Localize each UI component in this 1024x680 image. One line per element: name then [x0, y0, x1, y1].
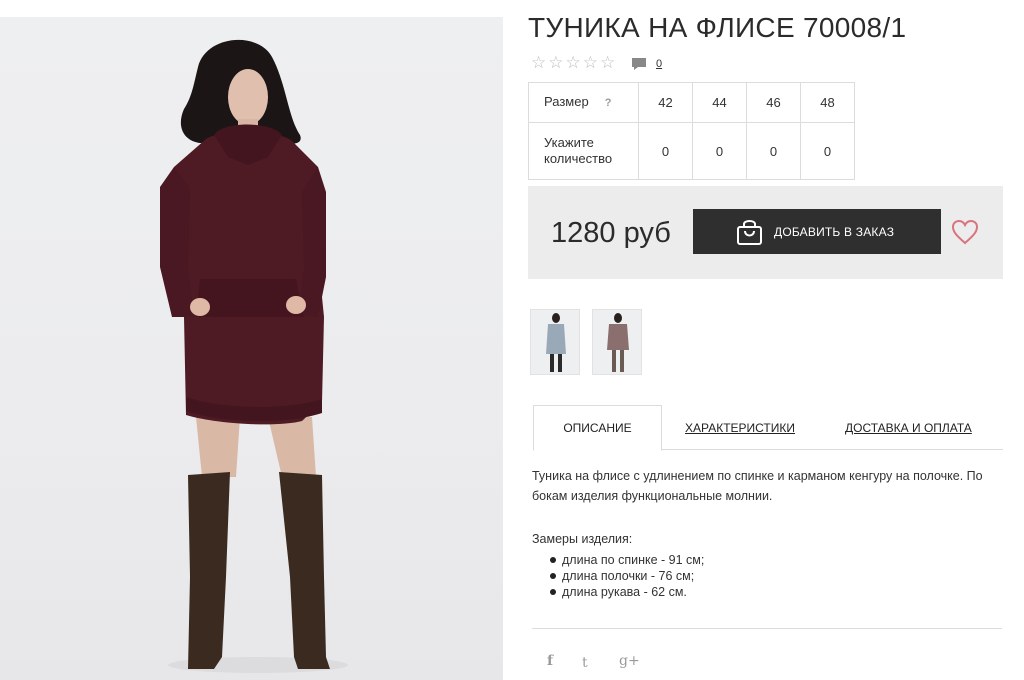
measures-title: Замеры изделия: — [532, 532, 633, 546]
product-description: Туника на флисе с удлинением по спинке и… — [532, 469, 983, 503]
tab-characteristics[interactable]: ХАРАКТЕРИСТИКИ — [685, 405, 795, 450]
size-row: Размер? 42 44 46 48 — [528, 82, 855, 123]
star-icon[interactable]: ☆ — [583, 54, 598, 71]
add-to-order-button[interactable]: ДОБАВИТЬ В ЗАКАЗ — [693, 209, 941, 254]
quantity-row: Укажите количество 0 0 0 0 — [528, 122, 855, 180]
quantity-input[interactable]: 0 — [800, 122, 855, 180]
size-label-cell: Размер? — [528, 82, 639, 123]
measures-list: длина по спинке - 91 см; длина полочки -… — [550, 552, 704, 600]
thumbnail-1[interactable] — [530, 309, 580, 375]
star-icon[interactable]: ☆ — [531, 54, 546, 71]
size-cell: 42 — [638, 82, 693, 123]
size-cell: 48 — [800, 82, 855, 123]
list-item: длина рукава - 62 см. — [550, 584, 704, 600]
product-main-photo[interactable] — [0, 17, 503, 680]
shopping-bag-icon — [737, 219, 762, 245]
list-item: длина по спинке - 91 см; — [550, 552, 704, 568]
quantity-label: Укажите количество — [528, 122, 639, 180]
comment-icon[interactable] — [631, 57, 647, 71]
size-quantity-table: Размер? 42 44 46 48 Укажите количество 0… — [528, 82, 855, 180]
tab-description[interactable]: ОПИСАНИЕ — [533, 405, 662, 451]
product-tabs: ОПИСАНИЕ ХАРАКТЕРИСТИКИ ДОСТАВКА И ОПЛАТ… — [533, 405, 1003, 451]
list-item: длина полочки - 76 см; — [550, 568, 704, 584]
tab-delivery-payment[interactable]: ДОСТАВКА И ОПЛАТА — [845, 405, 972, 450]
star-rating[interactable]: ☆ ☆ ☆ ☆ ☆ — [531, 54, 615, 71]
quantity-input[interactable]: 0 — [638, 122, 693, 180]
star-icon[interactable]: ☆ — [548, 54, 563, 71]
product-title: ТУНИКА НА ФЛИСЕ 70008/1 — [528, 12, 907, 43]
size-cell: 44 — [692, 82, 747, 123]
star-icon[interactable]: ☆ — [600, 54, 615, 71]
google-plus-icon[interactable]: g+ — [619, 653, 640, 669]
price-box: 1280 руб ДОБАВИТЬ В ЗАКАЗ — [528, 186, 1003, 279]
product-price: 1280 руб — [551, 217, 671, 249]
quantity-input[interactable]: 0 — [746, 122, 801, 180]
thumbnail-2[interactable] — [592, 309, 642, 375]
twitter-icon[interactable]: t — [582, 655, 588, 671]
divider — [532, 628, 1002, 629]
star-icon[interactable]: ☆ — [566, 54, 581, 71]
comments-count-link[interactable]: 0 — [656, 58, 662, 70]
size-label: Размер — [544, 94, 589, 109]
size-help-icon[interactable]: ? — [605, 97, 612, 109]
add-to-order-label: ДОБАВИТЬ В ЗАКАЗ — [774, 224, 895, 239]
facebook-icon[interactable]: f — [547, 653, 553, 669]
quantity-input[interactable]: 0 — [692, 122, 747, 180]
size-cell: 46 — [746, 82, 801, 123]
heart-icon[interactable] — [951, 219, 979, 245]
